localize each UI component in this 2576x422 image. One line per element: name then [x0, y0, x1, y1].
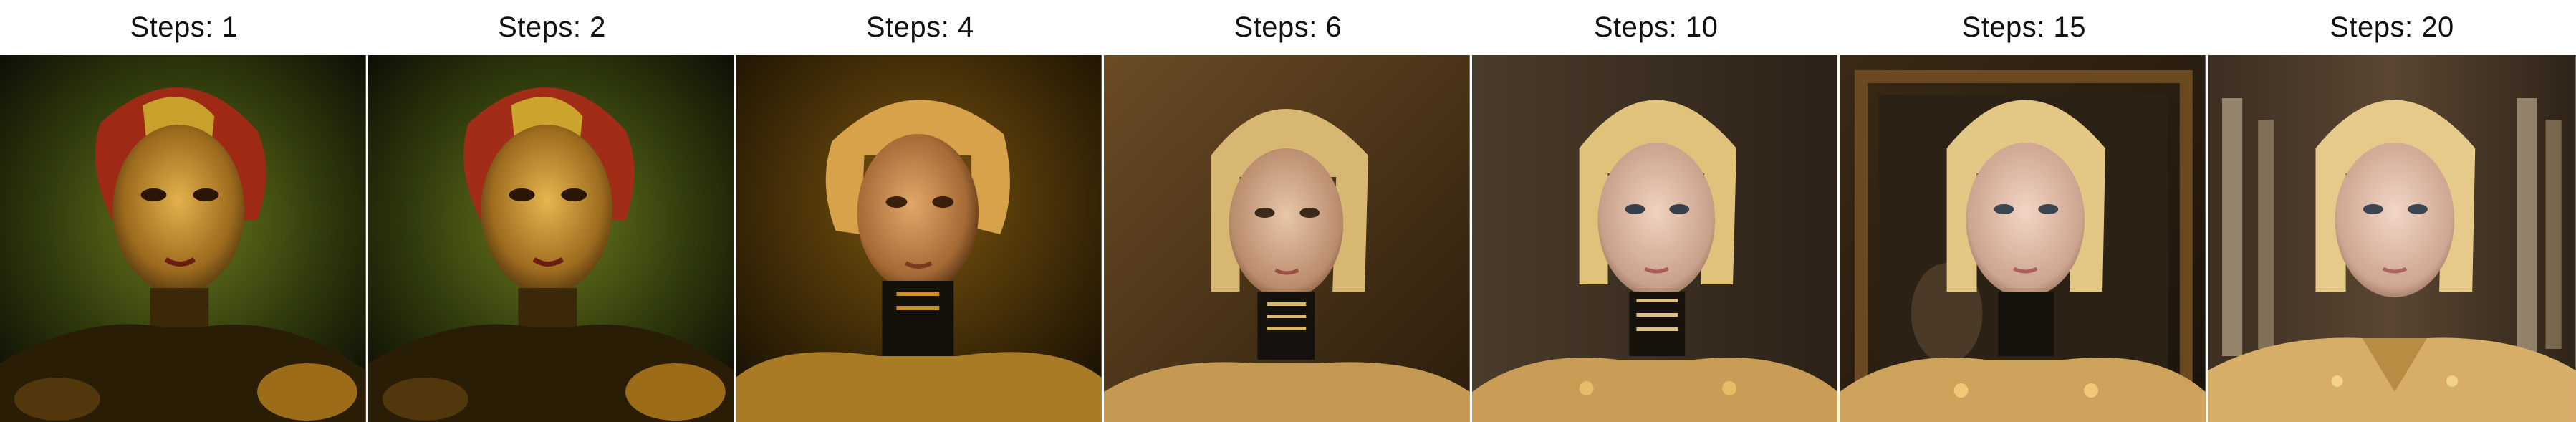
panel-steps-2: Steps: 2: [367, 0, 736, 422]
panel-label: Steps: 15: [1961, 11, 2087, 43]
panel-steps-15: Steps: 15: [1840, 0, 2209, 422]
portrait-image-frame: [1840, 55, 2209, 422]
portrait-image-frame: [2208, 55, 2576, 422]
portrait-image-frame: [367, 55, 736, 422]
panel-steps-6: Steps: 6: [1104, 0, 1472, 422]
portrait-image: [736, 55, 1102, 422]
portrait-image-frame: [0, 55, 368, 422]
panel-label: Steps: 4: [865, 11, 974, 43]
portrait-image: [1104, 55, 1470, 422]
panel-label: Steps: 1: [130, 11, 239, 43]
panel-label: Steps: 10: [1593, 11, 1719, 43]
panel-steps-4: Steps: 4: [736, 0, 1105, 422]
portrait-image: [1471, 55, 1838, 422]
steps-comparison-grid: Steps: 1 Steps: 2 Steps: 4 Steps: 6 Step…: [0, 0, 2576, 422]
panel-label: Steps: 2: [498, 11, 606, 43]
portrait-image-frame: [1471, 55, 1840, 422]
panel-label: Steps: 20: [2330, 11, 2454, 43]
panel-steps-10: Steps: 10: [1471, 0, 1840, 422]
portrait-image-frame: [1104, 55, 1472, 422]
panel-steps-1: Steps: 1: [0, 0, 368, 422]
panel-label: Steps: 6: [1234, 11, 1342, 43]
portrait-image: [0, 55, 366, 422]
portrait-image: [2208, 55, 2576, 422]
portrait-image: [1840, 55, 2206, 422]
panel-steps-20: Steps: 20: [2208, 0, 2576, 422]
portrait-image: [367, 55, 734, 422]
portrait-image-frame: [736, 55, 1105, 422]
